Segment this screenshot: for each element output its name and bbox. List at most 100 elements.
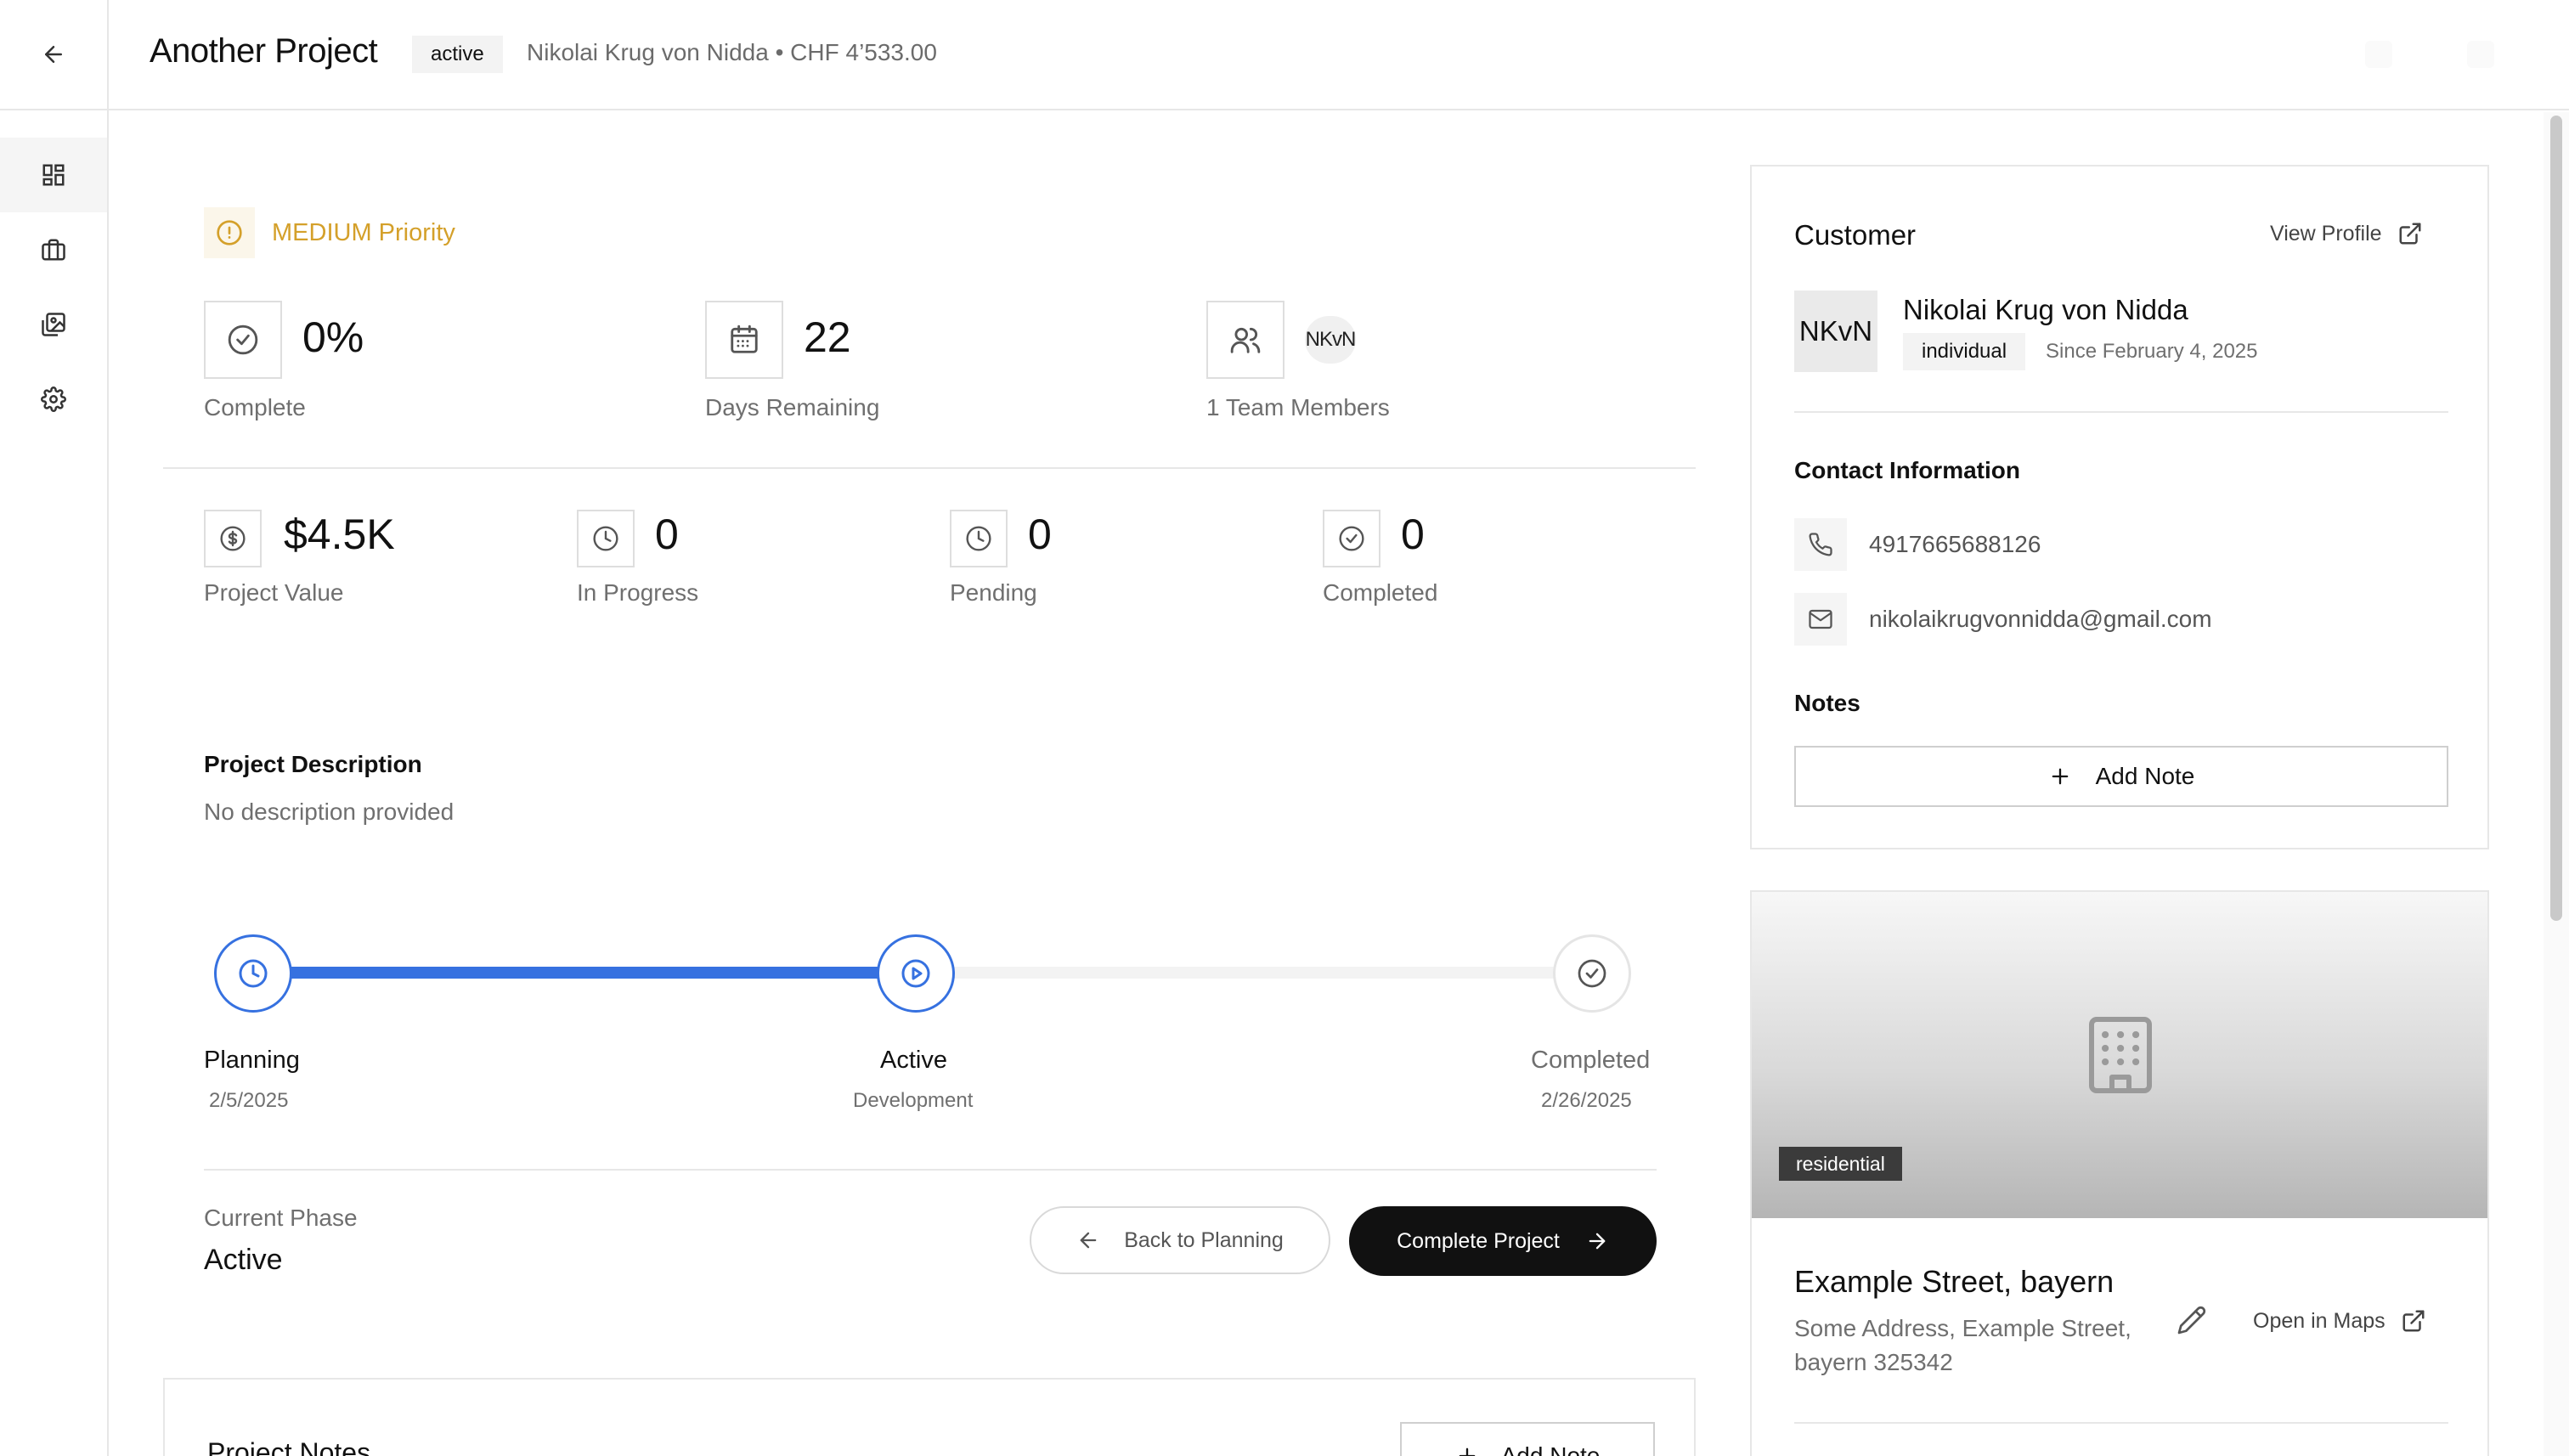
view-profile-link[interactable]: View Profile	[2270, 221, 2423, 246]
timeline-label-active: Active	[880, 1047, 947, 1074]
contact-email-row[interactable]: nikolaikrugvonnidda@gmail.com	[1794, 593, 2212, 646]
timeline-node-planning[interactable]	[214, 934, 292, 1013]
briefcase-icon	[42, 239, 65, 261]
sidebar-item-dashboard[interactable]	[0, 138, 107, 212]
stat-icon-box	[577, 510, 635, 567]
timeline-node-active[interactable]	[877, 934, 955, 1013]
timeline-label-completed: Completed	[1531, 1047, 1651, 1074]
plus-icon	[1459, 1448, 1475, 1456]
timeline-date-completed: 2/26/2025	[1541, 1089, 1632, 1112]
scrollbar-thumb[interactable]	[2550, 116, 2562, 921]
sidebar	[0, 110, 109, 1456]
divider	[163, 467, 1696, 469]
building-icon	[2089, 1017, 2152, 1093]
back-to-planning-label: Back to Planning	[1124, 1227, 1284, 1252]
sidebar-item-projects[interactable]	[0, 212, 107, 287]
timeline-node-completed[interactable]	[1553, 934, 1631, 1013]
open-in-maps-link[interactable]: Open in Maps	[2253, 1308, 2426, 1334]
play-circle-icon	[901, 959, 930, 988]
project-notes-card: Project Notes Add Note	[163, 1378, 1696, 1456]
property-image: residential	[1752, 892, 2487, 1218]
sidebar-item-settings[interactable]	[0, 362, 107, 437]
clock-icon	[239, 959, 268, 988]
add-customer-note-button[interactable]: Add Note	[1794, 746, 2448, 807]
stat-icon-box	[950, 510, 1008, 567]
stat-icon-box	[1206, 301, 1284, 379]
team-member-avatar[interactable]: NKvN	[1305, 316, 1356, 364]
customer-name: Nikolai Krug von Nidda	[1903, 294, 2188, 325]
view-profile-label: View Profile	[2270, 221, 2382, 245]
stat-label: Days Remaining	[705, 394, 880, 420]
complete-project-button[interactable]: Complete Project	[1349, 1206, 1657, 1276]
arrow-left-icon	[45, 46, 62, 63]
customer-avatar: NKvN	[1794, 291, 1877, 372]
stat-label: Completed	[1323, 579, 1438, 606]
current-phase-value: Active	[204, 1244, 283, 1276]
customer-since: Since February 4, 2025	[2046, 340, 2258, 363]
stat-value: 0%	[302, 313, 364, 361]
check-circle-icon	[1339, 526, 1364, 551]
arrow-left-icon	[1080, 1232, 1097, 1249]
stat-value: $4.5K	[284, 511, 395, 558]
project-subtitle: Nikolai Krug von Nidda • CHF 4’533.00	[527, 39, 937, 65]
images-icon	[42, 313, 65, 336]
gear-icon	[41, 387, 66, 412]
faded-action-icon[interactable]	[2365, 41, 2392, 68]
stat-icon-box	[204, 301, 282, 379]
stat-icon-box	[705, 301, 783, 379]
open-in-maps-label: Open in Maps	[2253, 1308, 2386, 1333]
check-circle-icon	[1578, 959, 1606, 988]
description-text: No description provided	[204, 799, 455, 825]
stat-value: 0	[1028, 511, 1052, 558]
stat-value: 0	[1401, 511, 1425, 558]
page-title: Another Project	[150, 32, 378, 70]
priority-label: MEDIUM Priority	[272, 218, 455, 246]
customer-title: Customer	[1794, 219, 1917, 251]
stat-value: 0	[655, 511, 679, 558]
faded-action-icon[interactable]	[2467, 41, 2494, 68]
stat-icon-box	[204, 510, 262, 567]
back-button[interactable]	[0, 0, 109, 109]
customer-notes-title: Notes	[1794, 690, 1860, 716]
property-address: Some Address, Example Street, bayern 325…	[1794, 1315, 2131, 1375]
stat-label: Complete	[204, 394, 306, 420]
complete-project-label: Complete Project	[1397, 1228, 1560, 1253]
mail-icon-box	[1794, 593, 1847, 646]
pencil-icon[interactable]	[2177, 1305, 2207, 1335]
phone-icon	[1809, 533, 1832, 556]
contact-information-title: Contact Information	[1794, 457, 2020, 483]
project-notes-title: Project Notes	[207, 1437, 371, 1456]
sidebar-item-gallery[interactable]	[0, 287, 107, 362]
calendar-icon	[731, 324, 758, 353]
check-circle-icon	[228, 324, 258, 355]
divider	[204, 1169, 1657, 1171]
timeline-progress	[253, 967, 922, 979]
description-title: Project Description	[204, 751, 422, 777]
customer-card: Customer View Profile NKvN Nikolai Krug …	[1750, 165, 2489, 849]
current-phase-label: Current Phase	[204, 1205, 358, 1231]
stat-label: Project Value	[204, 579, 344, 606]
top-bar: Another Project active Nikolai Krug von …	[0, 0, 2569, 110]
back-to-planning-button[interactable]: Back to Planning	[1030, 1206, 1330, 1274]
stat-label: Pending	[950, 579, 1037, 606]
phone-icon-box	[1794, 518, 1847, 571]
mail-icon	[1809, 609, 1832, 629]
external-link-icon	[2399, 223, 2421, 245]
plus-icon	[2052, 768, 2068, 785]
users-icon	[1230, 327, 1261, 353]
add-project-note-button[interactable]: Add Note	[1400, 1422, 1655, 1456]
timeline-sub-active: Development	[853, 1089, 974, 1112]
contact-email: nikolaikrugvonnidda@gmail.com	[1869, 606, 2212, 632]
status-badge: active	[412, 36, 503, 73]
timeline-date-planning: 2/5/2025	[209, 1089, 289, 1112]
dollar-circle-icon	[220, 526, 246, 551]
contact-phone-row[interactable]: 4917665688126	[1794, 518, 2041, 571]
alert-circle-icon	[217, 220, 242, 245]
stat-label: In Progress	[577, 579, 699, 606]
property-card: residential Example Street, bayern Some …	[1750, 890, 2489, 1456]
add-note-label: Add Note	[2095, 763, 2195, 789]
divider	[1794, 1422, 2448, 1424]
external-link-icon	[2402, 1310, 2425, 1332]
dashboard-icon	[42, 164, 65, 186]
property-title: Example Street, bayern	[1794, 1264, 2114, 1299]
